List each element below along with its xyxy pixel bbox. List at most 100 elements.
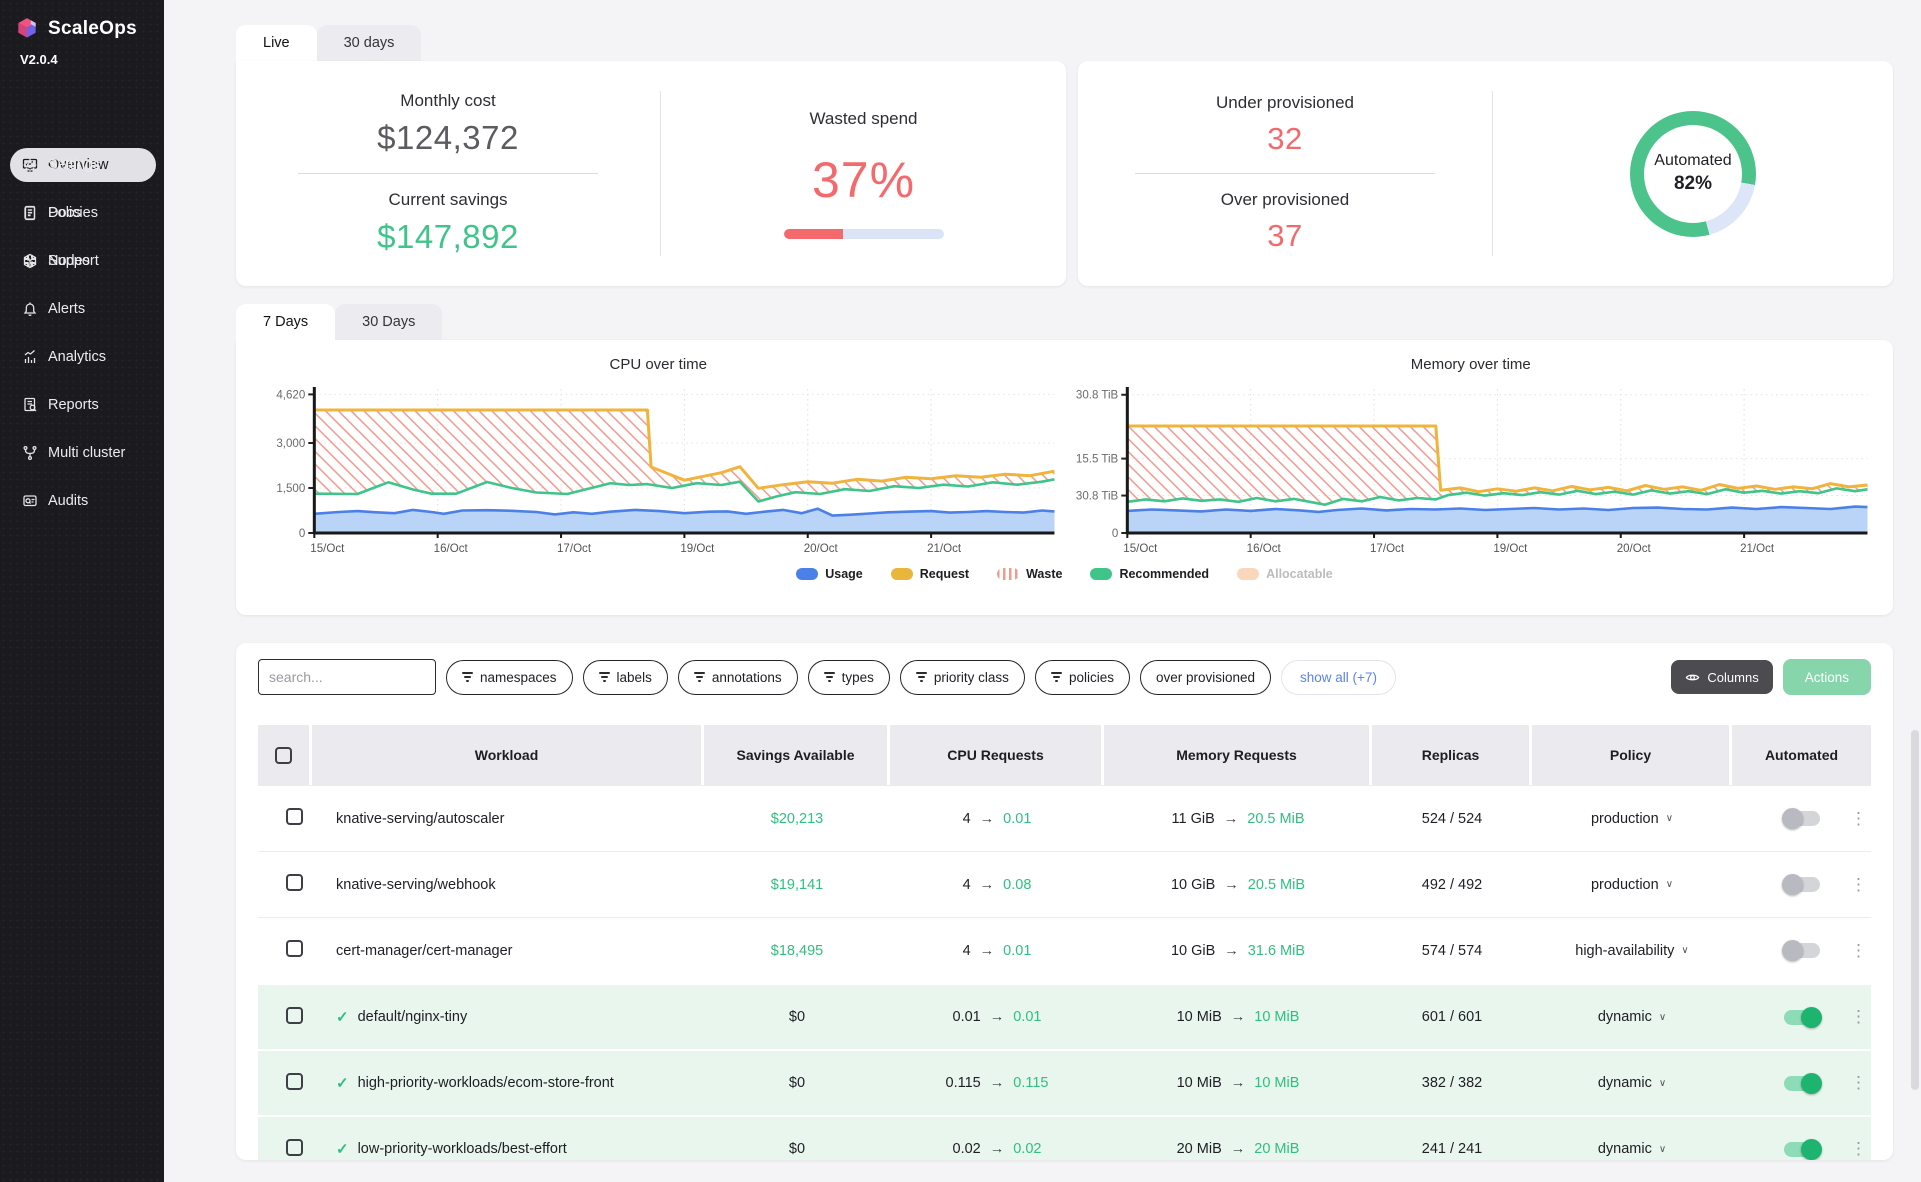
automated-toggle[interactable]: [1784, 943, 1820, 958]
cpu-chart-plot[interactable]: 4,6203,0001,500015/Oct16/Oct17/Oct19/Oct…: [256, 381, 1061, 559]
policy-select[interactable]: dynamic∨: [1532, 1009, 1732, 1025]
legend-usage[interactable]: Usage: [796, 567, 863, 581]
usage-swatch-icon: [796, 568, 818, 580]
legend-request[interactable]: Request: [891, 567, 969, 581]
automated-toggle[interactable]: [1784, 1142, 1820, 1157]
header-automated[interactable]: Automated: [1732, 725, 1871, 785]
automated-percentage: 82%: [1674, 173, 1712, 195]
row-checkbox[interactable]: [286, 1073, 303, 1090]
automated-toggle[interactable]: [1784, 877, 1820, 892]
workload-table: Workload Savings Available CPU Requests …: [258, 725, 1871, 1160]
logo[interactable]: ScaleOps: [0, 0, 164, 46]
filter-policies[interactable]: policies: [1035, 660, 1130, 695]
svg-text:15/Oct: 15/Oct: [1123, 543, 1158, 555]
workload-name: high-priority-workloads/ecom-store-front: [358, 1075, 614, 1091]
row-checkbox[interactable]: [286, 808, 303, 825]
table-row[interactable]: knative-serving/webhook$19,1414→0.0810 G…: [258, 851, 1871, 917]
columns-button[interactable]: Columns: [1671, 660, 1772, 694]
policy-select[interactable]: production∨: [1532, 877, 1732, 893]
row-menu-icon[interactable]: ⋮: [1850, 1139, 1867, 1159]
tab-30-days-charts[interactable]: 30 Days: [335, 304, 442, 340]
policy-select[interactable]: dynamic∨: [1532, 1075, 1732, 1091]
svg-text:30.8 TiB: 30.8 TiB: [1075, 390, 1118, 402]
page-scrollbar[interactable]: [1911, 730, 1919, 1090]
cpu-requests-cell: 4→0.08: [890, 877, 1104, 893]
automated-donut-chart: Automated 82%: [1630, 111, 1756, 237]
arrow-right-icon: →: [990, 1075, 1005, 1091]
sidebar-item-settings[interactable]: Settings: [10, 148, 156, 182]
row-checkbox[interactable]: [286, 1007, 303, 1024]
actions-button[interactable]: Actions: [1783, 659, 1871, 695]
header-cpu[interactable]: CPU Requests: [890, 725, 1104, 785]
provisioning-card: Under provisioned 32 Over provisioned 37…: [1078, 61, 1893, 286]
row-checkbox[interactable]: [286, 940, 303, 957]
table-row[interactable]: knative-serving/autoscaler$20,2134→0.011…: [258, 785, 1871, 851]
header-policy[interactable]: Policy: [1532, 725, 1732, 785]
arrow-right-icon: →: [980, 877, 995, 893]
funnel-icon: [694, 672, 705, 682]
table-row[interactable]: ✓high-priority-workloads/ecom-store-fron…: [258, 1049, 1871, 1115]
table-row[interactable]: cert-manager/cert-manager$18,4954→0.0110…: [258, 917, 1871, 983]
filter-labels[interactable]: labels: [583, 660, 668, 695]
svg-text:1,500: 1,500: [276, 483, 305, 495]
table-row[interactable]: ✓low-priority-workloads/best-effort$00.0…: [258, 1115, 1871, 1160]
savings-cell: $0: [704, 1141, 890, 1157]
header-replicas[interactable]: Replicas: [1372, 725, 1532, 785]
under-provisioned-label: Under provisioned: [1078, 93, 1492, 113]
show-all-filters-button[interactable]: show all (+7): [1281, 660, 1396, 695]
automated-toggle[interactable]: [1784, 811, 1820, 826]
row-menu-icon[interactable]: ⋮: [1850, 875, 1867, 895]
row-menu-icon[interactable]: ⋮: [1850, 809, 1867, 829]
sidebar-item-docs[interactable]: Docs: [10, 196, 156, 230]
row-menu-icon[interactable]: ⋮: [1850, 941, 1867, 961]
policy-select[interactable]: high-availability∨: [1532, 943, 1732, 959]
savings-cell: $20,213: [704, 811, 890, 827]
memory-requests-cell: 11 GiB→20.5 MiB: [1104, 811, 1372, 827]
table-row[interactable]: ✓default/nginx-tiny$00.01→0.0110 MiB→10 …: [258, 983, 1871, 1049]
policy-select[interactable]: dynamic∨: [1532, 1141, 1732, 1157]
header-workload[interactable]: Workload: [312, 725, 704, 785]
gear-icon: [22, 157, 38, 173]
current-savings-value: $147,892: [236, 218, 660, 256]
funnel-icon: [1051, 672, 1062, 682]
request-swatch-icon: [891, 568, 913, 580]
filter-over-provisioned[interactable]: over provisioned: [1140, 660, 1271, 695]
legend-allocatable[interactable]: Allocatable: [1237, 567, 1333, 581]
policy-select[interactable]: production∨: [1532, 811, 1732, 827]
main-content: Live 30 days Monthly cost $124,372 Curre…: [164, 0, 1921, 1182]
wasted-spend-bar: [784, 229, 944, 239]
filter-annotations[interactable]: annotations: [678, 660, 798, 695]
app-version: V2.0.4: [0, 46, 164, 67]
app-title: ScaleOps: [48, 18, 137, 40]
header-savings[interactable]: Savings Available: [704, 725, 890, 785]
replicas-cell: 601 / 601: [1372, 1009, 1532, 1025]
memory-chart-plot[interactable]: 30.8 TiB15.5 TiB30.8 TiB015/Oct16/Oct17/…: [1069, 381, 1874, 559]
savings-cell: $0: [704, 1009, 890, 1025]
automated-toggle[interactable]: [1784, 1010, 1820, 1025]
tab-7-days[interactable]: 7 Days: [236, 304, 335, 340]
workloads-card: namespaces labels annotations types prio…: [236, 643, 1893, 1160]
divider: [1135, 173, 1435, 174]
row-checkbox[interactable]: [286, 1139, 303, 1156]
header-checkbox[interactable]: [275, 747, 292, 764]
monthly-cost-label: Monthly cost: [236, 91, 660, 111]
legend-waste[interactable]: Waste: [997, 567, 1062, 581]
tab-30-days[interactable]: 30 days: [317, 25, 422, 61]
cpu-requests-cell: 4→0.01: [890, 811, 1104, 827]
row-menu-icon[interactable]: ⋮: [1850, 1007, 1867, 1027]
header-memory[interactable]: Memory Requests: [1104, 725, 1372, 785]
arrow-right-icon: →: [1224, 877, 1239, 893]
tab-live[interactable]: Live: [236, 25, 317, 61]
search-input[interactable]: [258, 659, 436, 695]
workload-table-body: knative-serving/autoscaler$20,2134→0.011…: [258, 785, 1871, 1160]
legend-recommended[interactable]: Recommended: [1090, 567, 1209, 581]
sidebar-item-support[interactable]: Support: [10, 244, 156, 278]
filter-namespaces[interactable]: namespaces: [446, 660, 573, 695]
filter-types[interactable]: types: [808, 660, 890, 695]
row-checkbox[interactable]: [286, 874, 303, 891]
filter-priority-class[interactable]: priority class: [900, 660, 1025, 695]
sidebar-item-label: Docs: [48, 205, 81, 221]
row-menu-icon[interactable]: ⋮: [1850, 1073, 1867, 1093]
automated-toggle[interactable]: [1784, 1076, 1820, 1091]
divider: [298, 173, 598, 174]
